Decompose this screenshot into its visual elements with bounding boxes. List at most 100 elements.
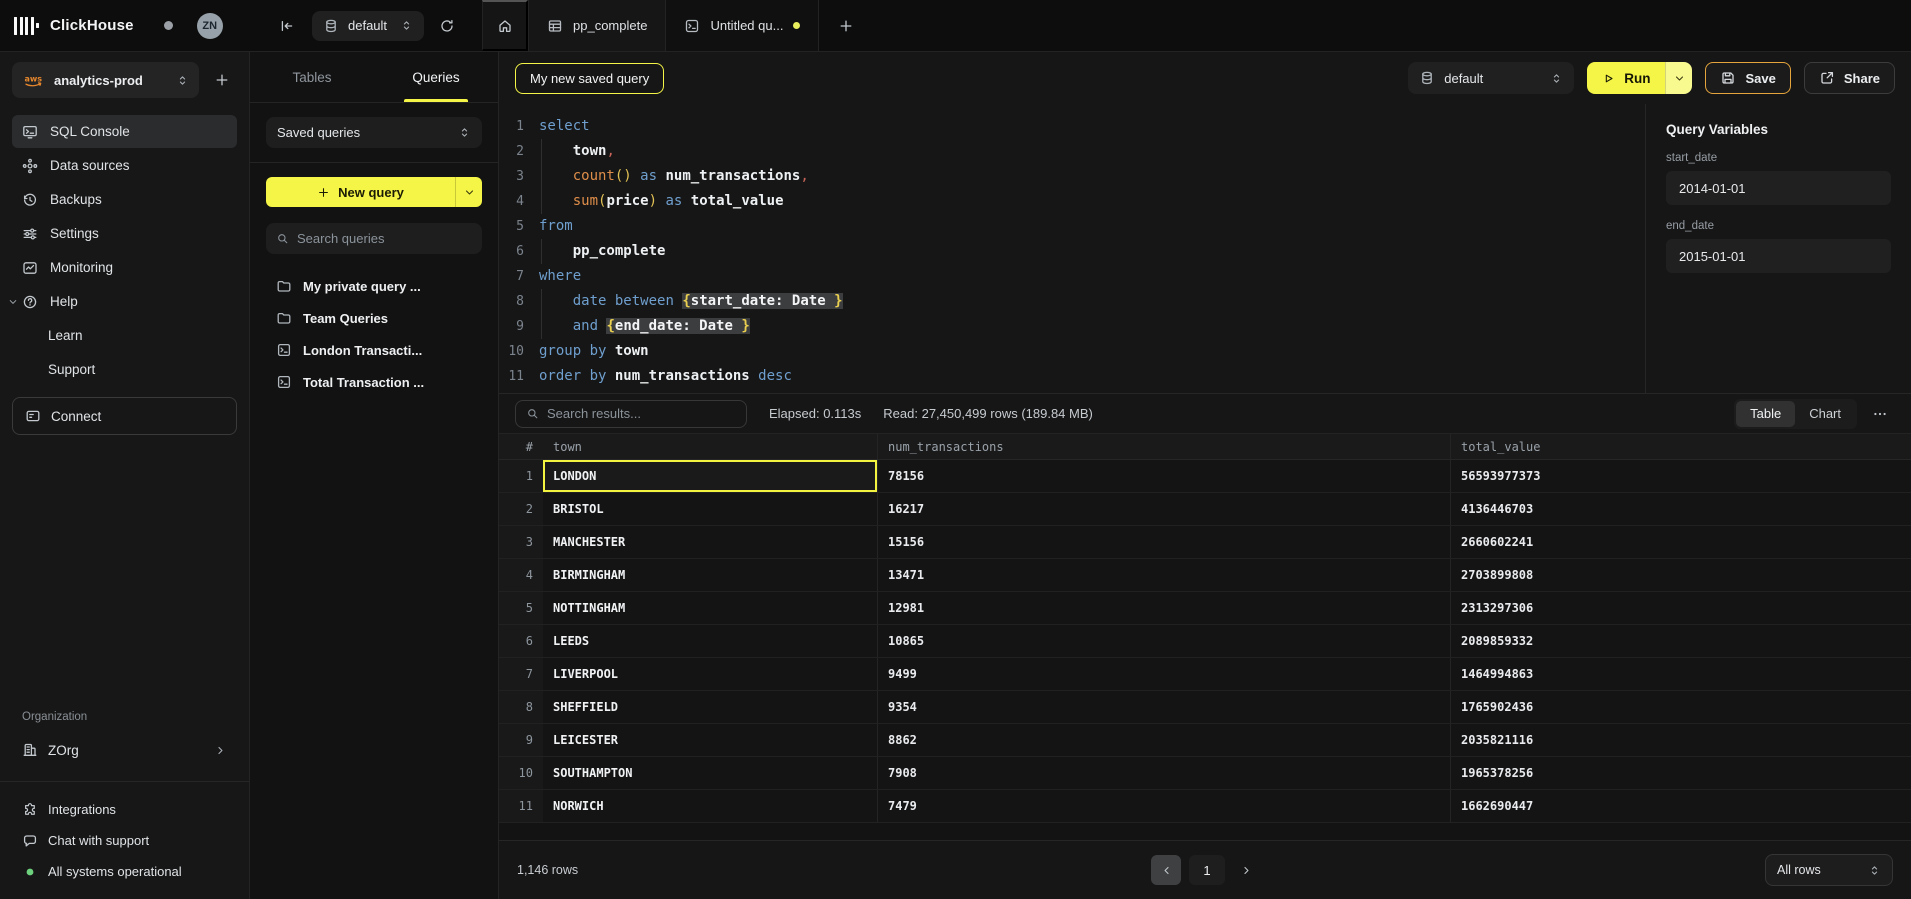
sidebar-item-sql-console[interactable]: SQL Console: [12, 115, 237, 148]
page-size-select[interactable]: All rows: [1765, 854, 1893, 886]
sql-editor[interactable]: 1 select 2 town, 3 count() as num_transa…: [499, 104, 1645, 393]
table-row[interactable]: 5 NOTTINGHAM 12981 2313297306: [499, 592, 1911, 625]
table-row[interactable]: 6 LEEDS 10865 2089859332: [499, 625, 1911, 658]
cell-town[interactable]: NOTTINGHAM: [543, 592, 877, 624]
sidebar-footer-all-systems-operational[interactable]: All systems operational: [0, 856, 249, 887]
sidebar-item-monitoring[interactable]: Monitoring: [12, 251, 237, 284]
end-date-input[interactable]: [1666, 239, 1891, 273]
new-query-options-button[interactable]: [455, 177, 482, 207]
cell-num-transactions[interactable]: 15156: [877, 526, 1450, 558]
next-page-button[interactable]: [1233, 855, 1259, 885]
cell-town[interactable]: LEICESTER: [543, 724, 877, 756]
cell-total-value[interactable]: 56593977373: [1450, 460, 1911, 492]
table-row[interactable]: 2 BRISTOL 16217 4136446703: [499, 493, 1911, 526]
run-button[interactable]: Run: [1587, 62, 1692, 94]
tab-queries[interactable]: Queries: [374, 52, 498, 102]
run-options-button[interactable]: [1665, 62, 1692, 94]
column-header-num-transactions[interactable]: num_transactions: [877, 434, 1450, 459]
table-row[interactable]: 4 BIRMINGHAM 13471 2703899808: [499, 559, 1911, 592]
queries-search-input[interactable]: [297, 231, 472, 246]
saved-query-item-my-private-query[interactable]: My private query ...: [266, 270, 482, 302]
saved-query-item-london-transacti[interactable]: London Transacti...: [266, 334, 482, 366]
view-table-button[interactable]: Table: [1736, 401, 1795, 427]
cell-num-transactions[interactable]: 9499: [877, 658, 1450, 690]
table-row[interactable]: 3 MANCHESTER 15156 2660602241: [499, 526, 1911, 559]
user-avatar[interactable]: ZN: [197, 13, 223, 39]
column-header-total-value[interactable]: total_value: [1450, 434, 1911, 459]
cell-total-value[interactable]: 2035821116: [1450, 724, 1911, 756]
cell-town[interactable]: BIRMINGHAM: [543, 559, 877, 591]
cell-total-value[interactable]: 1464994863: [1450, 658, 1911, 690]
table-row[interactable]: 7 LIVERPOOL 9499 1464994863: [499, 658, 1911, 691]
column-header-index[interactable]: #: [499, 434, 543, 459]
tab-untitled-qu[interactable]: Untitled qu...: [665, 0, 819, 51]
add-service-button[interactable]: [207, 65, 237, 95]
prev-page-button[interactable]: [1151, 855, 1181, 885]
current-page[interactable]: 1: [1189, 855, 1225, 885]
connect-button[interactable]: Connect: [12, 397, 237, 435]
cell-town[interactable]: NORWICH: [543, 790, 877, 822]
cell-num-transactions[interactable]: 10865: [877, 625, 1450, 657]
cell-total-value[interactable]: 2313297306: [1450, 592, 1911, 624]
cell-town[interactable]: LEEDS: [543, 625, 877, 657]
results-search-input[interactable]: [547, 406, 736, 421]
results-more-button[interactable]: [1865, 399, 1895, 429]
sidebar-item-settings[interactable]: Settings: [12, 217, 237, 250]
cell-town[interactable]: MANCHESTER: [543, 526, 877, 558]
cell-town[interactable]: SOUTHAMPTON: [543, 757, 877, 789]
column-header-town[interactable]: town: [543, 434, 877, 459]
tab-tables[interactable]: Tables: [250, 52, 374, 102]
cell-num-transactions[interactable]: 7908: [877, 757, 1450, 789]
code-line: 4 sum(price) as total_value: [505, 189, 1645, 214]
cell-total-value[interactable]: 2703899808: [1450, 559, 1911, 591]
sidebar-item-help[interactable]: Help: [12, 285, 237, 318]
table-row[interactable]: 10 SOUTHAMPTON 7908 1965378256: [499, 757, 1911, 790]
table-row[interactable]: 8 SHEFFIELD 9354 1765902436: [499, 691, 1911, 724]
cell-total-value[interactable]: 1765902436: [1450, 691, 1911, 723]
cell-total-value[interactable]: 2660602241: [1450, 526, 1911, 558]
cell-num-transactions[interactable]: 13471: [877, 559, 1450, 591]
collapse-panel-button[interactable]: [272, 11, 302, 41]
workspace-select[interactable]: aws analytics-prod: [12, 62, 199, 98]
cell-total-value[interactable]: 2089859332: [1450, 625, 1911, 657]
sidebar-item-data-sources[interactable]: Data sources: [12, 149, 237, 182]
cell-num-transactions[interactable]: 8862: [877, 724, 1450, 756]
refresh-button[interactable]: [432, 11, 462, 41]
start-date-input[interactable]: [1666, 171, 1891, 205]
cell-num-transactions[interactable]: 12981: [877, 592, 1450, 624]
cell-town[interactable]: BRISTOL: [543, 493, 877, 525]
saved-query-item-team-queries[interactable]: Team Queries: [266, 302, 482, 334]
home-button[interactable]: [482, 0, 528, 51]
table-row[interactable]: 9 LEICESTER 8862 2035821116: [499, 724, 1911, 757]
tab-pp-complete[interactable]: pp_complete: [528, 0, 665, 51]
saved-query-item-total-transaction[interactable]: Total Transaction ...: [266, 366, 482, 398]
cell-num-transactions[interactable]: 78156: [877, 460, 1450, 492]
cell-num-transactions[interactable]: 16217: [877, 493, 1450, 525]
save-button[interactable]: Save: [1705, 62, 1790, 94]
editor-database-select[interactable]: default: [1408, 62, 1574, 94]
new-query-button[interactable]: New query: [266, 177, 482, 207]
topbar-database-select[interactable]: default: [312, 11, 424, 41]
sidebar-item-backups[interactable]: Backups: [12, 183, 237, 216]
cell-total-value[interactable]: 4136446703: [1450, 493, 1911, 525]
new-tab-button[interactable]: [831, 11, 861, 41]
sidebar-item-learn[interactable]: Learn: [12, 319, 237, 352]
clickhouse-logo-icon[interactable]: [14, 16, 39, 36]
organization-item[interactable]: ZOrg: [12, 733, 237, 767]
cell-num-transactions[interactable]: 9354: [877, 691, 1450, 723]
table-row[interactable]: 1 LONDON 78156 56593977373: [499, 460, 1911, 493]
share-button[interactable]: Share: [1804, 62, 1895, 94]
saved-queries-select[interactable]: Saved queries: [266, 117, 482, 148]
cell-total-value[interactable]: 1662690447: [1450, 790, 1911, 822]
cell-town[interactable]: SHEFFIELD: [543, 691, 877, 723]
view-chart-button[interactable]: Chart: [1795, 401, 1855, 427]
cell-town[interactable]: LONDON: [543, 460, 877, 492]
sidebar-footer-integrations[interactable]: Integrations: [0, 794, 249, 825]
cell-town[interactable]: LIVERPOOL: [543, 658, 877, 690]
cell-num-transactions[interactable]: 7479: [877, 790, 1450, 822]
table-row[interactable]: 11 NORWICH 7479 1662690447: [499, 790, 1911, 823]
saved-query-tab[interactable]: My new saved query: [515, 63, 664, 94]
sidebar-footer-chat-with-support[interactable]: Chat with support: [0, 825, 249, 856]
cell-total-value[interactable]: 1965378256: [1450, 757, 1911, 789]
sidebar-item-support[interactable]: Support: [12, 353, 237, 386]
